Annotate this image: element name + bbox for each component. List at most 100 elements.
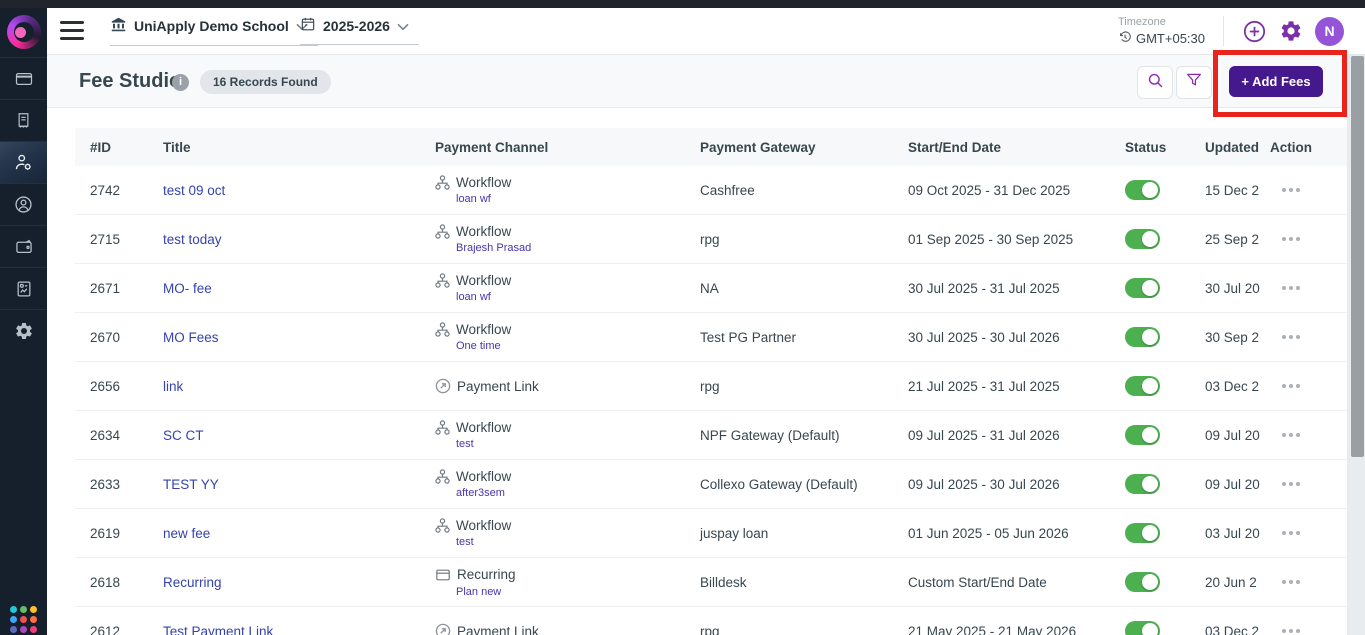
- more-options-icon[interactable]: [1270, 531, 1330, 535]
- status-cell: [1125, 180, 1205, 200]
- channel-sub[interactable]: test: [456, 536, 700, 548]
- workflow-icon: [435, 175, 450, 190]
- date-range: 09 Jul 2025 - 31 Jul 2026: [908, 427, 1060, 443]
- fee-title-link[interactable]: MO- fee: [163, 281, 212, 296]
- fee-title-link[interactable]: Test Payment Link: [163, 624, 273, 635]
- fee-title-link[interactable]: Recurring: [163, 575, 222, 590]
- more-options-icon[interactable]: [1270, 580, 1330, 584]
- fee-title-link[interactable]: MO Fees: [163, 330, 219, 345]
- updated-date: 30 Sep 2: [1205, 329, 1260, 345]
- sidebar-item-cards[interactable]: [0, 57, 47, 99]
- more-options-icon[interactable]: [1270, 482, 1330, 486]
- sidebar-item-admissions[interactable]: [0, 141, 47, 183]
- workflow-icon: [435, 469, 450, 484]
- more-options-icon[interactable]: [1270, 188, 1330, 192]
- updated-date: 09 Jul 20: [1205, 427, 1260, 443]
- payment-channel-cell: Workflow loan wf: [435, 175, 700, 205]
- status-toggle[interactable]: [1125, 474, 1160, 494]
- more-options-icon[interactable]: [1270, 629, 1330, 633]
- apps-launcher[interactable]: [0, 596, 47, 635]
- search-button[interactable]: [1137, 66, 1173, 99]
- fee-title-link[interactable]: link: [163, 379, 183, 394]
- search-icon: [1146, 71, 1165, 95]
- sidebar-item-receipts[interactable]: [0, 99, 47, 141]
- date-range: 09 Oct 2025 - 31 Dec 2025: [908, 182, 1071, 198]
- receipt-icon: [14, 111, 33, 130]
- channel-label: Recurring: [457, 567, 516, 582]
- channel-label: Workflow: [456, 175, 512, 190]
- action-cell: [1270, 384, 1330, 388]
- fee-title-link[interactable]: test 09 oct: [163, 183, 225, 198]
- status-toggle[interactable]: [1125, 278, 1160, 298]
- status-toggle[interactable]: [1125, 327, 1160, 347]
- header-divider: [1223, 16, 1224, 46]
- more-options-icon[interactable]: [1270, 335, 1330, 339]
- sidebar-item-wallet[interactable]: [0, 225, 47, 267]
- col-header-gateway: Payment Gateway: [700, 139, 816, 155]
- status-toggle[interactable]: [1125, 180, 1160, 200]
- table-row: 2670 MO Fees Workflow One time Test PG P…: [75, 313, 1347, 362]
- fee-id: 2715: [90, 231, 121, 247]
- channel-sub[interactable]: Brajesh Prasad: [456, 242, 700, 254]
- session-selector[interactable]: 2025-2026: [300, 16, 419, 45]
- person-circle-icon: [13, 194, 34, 215]
- action-cell: [1270, 629, 1330, 633]
- col-header-title: Title: [163, 139, 191, 155]
- sidebar-item-students[interactable]: [0, 183, 47, 225]
- add-circle-icon[interactable]: [1241, 18, 1267, 44]
- payment-gateway: juspay loan: [700, 525, 769, 541]
- action-cell: [1270, 188, 1330, 192]
- settings-gear-icon[interactable]: [1278, 18, 1304, 44]
- channel-sub[interactable]: loan wf: [456, 291, 700, 303]
- fee-title-link[interactable]: test today: [163, 232, 222, 247]
- fee-title-link[interactable]: SC CT: [163, 428, 204, 443]
- status-toggle[interactable]: [1125, 523, 1160, 543]
- session-selector-label: 2025-2026: [323, 17, 390, 34]
- top-header: UniApply Demo School 2025-2026 Timezone: [47, 8, 1365, 55]
- status-toggle[interactable]: [1125, 572, 1160, 592]
- table-row: 2742 test 09 oct Workflow loan wf Cashfr…: [75, 166, 1347, 215]
- channel-sub[interactable]: test: [456, 438, 700, 450]
- fee-id: 2619: [90, 525, 121, 541]
- more-options-icon[interactable]: [1270, 237, 1330, 241]
- app-logo: [0, 8, 47, 55]
- sidebar-item-settings[interactable]: [0, 309, 47, 351]
- channel-sub[interactable]: after3sem: [456, 487, 700, 499]
- hamburger-menu-icon[interactable]: [60, 21, 84, 40]
- fee-title-link[interactable]: TEST YY: [163, 477, 219, 492]
- info-icon[interactable]: i: [172, 74, 189, 91]
- payment-gateway: NPF Gateway (Default): [700, 427, 840, 443]
- more-options-icon[interactable]: [1270, 286, 1330, 290]
- channel-label: Workflow: [456, 273, 512, 288]
- history-clock-icon: [1118, 30, 1132, 47]
- status-toggle[interactable]: [1125, 229, 1160, 249]
- more-options-icon[interactable]: [1270, 384, 1330, 388]
- channel-label: Workflow: [456, 224, 512, 239]
- status-toggle[interactable]: [1125, 425, 1160, 445]
- channel-sub[interactable]: One time: [456, 340, 700, 352]
- filter-button[interactable]: [1176, 66, 1212, 99]
- date-range: Custom Start/End Date: [908, 574, 1047, 590]
- channel-sub[interactable]: loan wf: [456, 193, 700, 205]
- channel-sub[interactable]: Plan new: [456, 586, 700, 598]
- payment-gateway: Test PG Partner: [700, 329, 797, 345]
- payment-channel-cell: Workflow Brajesh Prasad: [435, 224, 700, 254]
- sidebar-item-reports[interactable]: [0, 267, 47, 309]
- scrollbar-thumb[interactable]: [1351, 56, 1364, 457]
- school-selector[interactable]: UniApply Demo School: [110, 16, 318, 46]
- channel-label: Workflow: [456, 322, 512, 337]
- user-avatar[interactable]: N: [1315, 16, 1344, 46]
- page-title: Fee Studio: [79, 70, 182, 92]
- col-header-status: Status: [1125, 139, 1167, 155]
- updated-date: 15 Dec 2: [1205, 182, 1260, 198]
- date-range: 30 Jul 2025 - 31 Jul 2025: [908, 280, 1060, 296]
- col-header-id: #ID: [90, 139, 112, 155]
- status-toggle[interactable]: [1125, 376, 1160, 396]
- fee-title-link[interactable]: new fee: [163, 526, 210, 541]
- status-toggle[interactable]: [1125, 621, 1160, 635]
- date-range: 21 May 2025 - 21 May 2026: [908, 623, 1077, 635]
- payment-channel-cell: Payment Link: [435, 378, 700, 394]
- timezone-label: Timezone: [1117, 15, 1166, 28]
- more-options-icon[interactable]: [1270, 433, 1330, 437]
- add-fees-button[interactable]: + Add Fees: [1229, 66, 1323, 97]
